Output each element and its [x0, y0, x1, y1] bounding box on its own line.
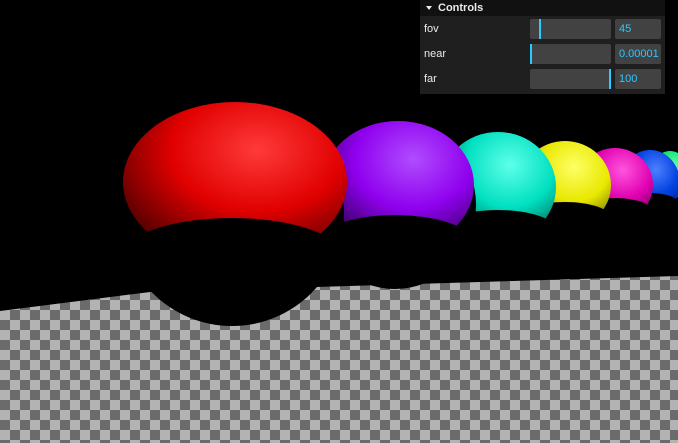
near-number-input[interactable]	[615, 44, 661, 64]
far-slider[interactable]	[530, 69, 611, 89]
far-number-input[interactable]	[615, 69, 661, 89]
controls-panel-title: Controls	[438, 2, 484, 14]
controls-panel: Controls fov near far	[420, 0, 665, 94]
near-slider-handle[interactable]	[530, 44, 532, 64]
fov-number-input[interactable]	[615, 19, 661, 39]
controls-panel-header[interactable]: Controls	[420, 0, 665, 16]
chevron-down-icon[interactable]	[424, 3, 434, 13]
control-row-fov: fov	[420, 17, 665, 41]
far-label: far	[424, 73, 437, 85]
control-row-near: near	[420, 42, 665, 66]
fov-slider[interactable]	[530, 19, 611, 39]
far-slider-handle[interactable]	[609, 69, 611, 89]
fov-label: fov	[424, 23, 439, 35]
near-label: near	[424, 48, 447, 60]
near-slider[interactable]	[530, 44, 611, 64]
checkered-floor	[0, 276, 678, 443]
control-row-far: far	[420, 67, 665, 91]
fov-slider-handle[interactable]	[538, 19, 541, 39]
